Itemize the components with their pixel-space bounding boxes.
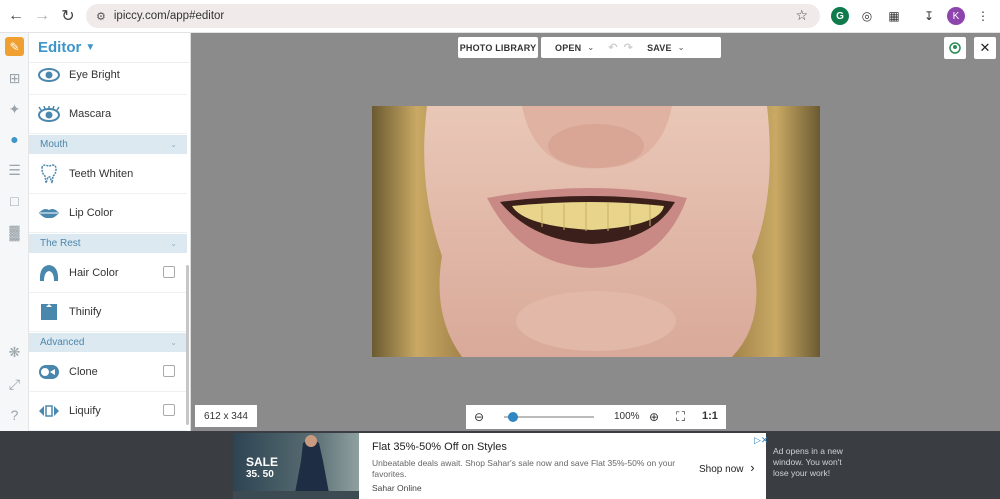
tool-eye-bright[interactable]: Eye Bright xyxy=(29,55,187,95)
bookmark-star-icon[interactable]: ☆ xyxy=(795,7,808,24)
frame-icon[interactable]: □ xyxy=(5,191,24,210)
undo-icon[interactable]: ↶ xyxy=(608,41,617,54)
ipiccy-logo-icon[interactable]: ✎ xyxy=(5,37,24,56)
extensions-row: G ◎ ▦ ↧ K ⋮ xyxy=(831,4,992,28)
tool-clone[interactable]: Clone xyxy=(29,352,187,392)
pro-badge-icon xyxy=(163,266,175,278)
extension-icon[interactable]: ◎ xyxy=(858,7,876,25)
panel-title: Editor xyxy=(38,39,82,56)
open-button[interactable]: OPEN xyxy=(555,43,581,53)
ad-close-icon[interactable]: ▷✕ xyxy=(754,435,768,445)
tool-thinify[interactable]: Thinify xyxy=(29,292,187,332)
tooth-icon xyxy=(38,163,60,185)
tool-teeth-whiten[interactable]: Teeth Whiten xyxy=(29,154,187,194)
ad-image-sale: SALE xyxy=(246,455,279,469)
section-mouth[interactable]: Mouth ⌄ xyxy=(29,135,187,154)
forward-icon[interactable]: → xyxy=(29,3,55,29)
chevron-down-icon: ▼ xyxy=(85,42,96,53)
hair-icon xyxy=(38,262,60,284)
ad-cta-label: Shop now xyxy=(699,464,744,475)
reload-icon[interactable]: ↻ xyxy=(55,3,81,29)
pro-badge-icon xyxy=(163,365,175,377)
ad-image-percent: 35. 50 xyxy=(246,469,274,480)
layers-icon[interactable]: ☰ xyxy=(5,161,24,180)
url-text[interactable]: ipiccy.com/app#editor xyxy=(114,10,224,22)
actual-size-button[interactable]: 1:1 xyxy=(702,410,718,422)
zoom-percent: 100% xyxy=(614,411,640,422)
zoom-slider-handle[interactable] xyxy=(508,412,518,422)
edited-photo[interactable] xyxy=(372,106,820,357)
tool-hair-color[interactable]: Hair Color xyxy=(29,253,187,293)
retouch-face-icon[interactable]: ● xyxy=(5,129,24,148)
lips-icon xyxy=(38,202,60,224)
editor-panel: Editor ▼ Eye Bright Mascara Mouth ⌄ Teet… xyxy=(29,33,191,431)
ad-image[interactable]: SALE 35. 50 xyxy=(233,433,359,499)
redo-icon[interactable]: ↷ xyxy=(624,41,633,54)
profile-avatar[interactable]: K xyxy=(947,7,965,25)
crop-icon[interactable]: ⊞ xyxy=(5,69,24,88)
magic-wand-icon[interactable]: ✦ xyxy=(5,100,24,119)
liquify-icon xyxy=(38,400,60,422)
help-icon[interactable]: ? xyxy=(5,405,24,424)
file-toolbar: OPEN ⌄ ↶ ↷ SAVE ⌄ xyxy=(541,37,721,58)
ad-shop-now-button[interactable]: Shop now › xyxy=(699,460,755,475)
thinify-icon xyxy=(38,301,60,323)
tool-category-rail: ✎ ⊞ ✦ ● ☰ □ ▓ ❋ ⤢ ? xyxy=(0,33,29,431)
grammarly-extension-icon[interactable]: G xyxy=(831,7,849,25)
account-icon[interactable] xyxy=(944,37,966,59)
ad-title[interactable]: Flat 35%-50% Off on Styles xyxy=(372,441,507,453)
chevron-down-icon: ⌄ xyxy=(170,239,177,248)
tool-mascara[interactable]: Mascara xyxy=(29,94,187,134)
chevron-down-icon[interactable]: ⌄ xyxy=(587,43,594,52)
chevron-down-icon[interactable]: ⌄ xyxy=(678,43,685,52)
ad-body: Unbeatable deals await. Shop Sahar's sal… xyxy=(372,458,676,479)
zoom-in-icon[interactable]: ⊕ xyxy=(649,410,659,424)
ad-banner-area: SALE 35. 50 Flat 35%-50% Off on Styles U… xyxy=(0,431,1000,499)
browser-menu-icon[interactable]: ⋮ xyxy=(974,7,992,25)
chevron-down-icon: ⌄ xyxy=(170,140,177,149)
zoom-controls: ⊖ 100% ⊕ ⛶ 1:1 xyxy=(466,405,726,429)
texture-icon[interactable]: ▓ xyxy=(5,222,24,241)
image-size-readout: 612 x 344 xyxy=(195,405,257,427)
photo-library-button[interactable]: PHOTO LIBRARY xyxy=(458,37,538,58)
pro-badge-icon xyxy=(163,404,175,416)
download-icon[interactable]: ↧ xyxy=(920,7,938,25)
mascara-icon xyxy=(38,103,60,125)
ad-source: Sahar Online xyxy=(372,483,422,493)
tool-lip-color[interactable]: Lip Color xyxy=(29,193,187,233)
section-advanced[interactable]: Advanced ⌄ xyxy=(29,333,187,352)
address-bar[interactable]: ⚙ ipiccy.com/app#editor ☆ xyxy=(86,4,820,28)
eye-bright-icon xyxy=(38,64,60,86)
fullscreen-icon[interactable]: ⤢ xyxy=(5,375,24,394)
tool-liquify[interactable]: Liquify xyxy=(29,391,187,431)
lightbulb-icon[interactable]: ❋ xyxy=(5,343,24,362)
canvas-area: PHOTO LIBRARY OPEN ⌄ ↶ ↷ SAVE ⌄ ✕ 612 x … xyxy=(191,33,1000,431)
site-settings-icon[interactable]: ⚙ xyxy=(96,10,106,23)
panel-scrollbar[interactable] xyxy=(186,265,189,425)
fit-screen-icon[interactable]: ⛶ xyxy=(676,409,685,425)
chevron-right-icon: › xyxy=(750,460,755,475)
save-button[interactable]: SAVE xyxy=(647,43,672,53)
puzzle-extensions-icon[interactable]: ▦ xyxy=(885,7,903,25)
clone-icon xyxy=(38,361,60,383)
zoom-out-icon[interactable]: ⊖ xyxy=(474,410,484,424)
back-icon[interactable]: ← xyxy=(3,3,29,29)
browser-toolbar: ← → ↻ ⚙ ipiccy.com/app#editor ☆ G ◎ ▦ ↧ … xyxy=(0,0,1000,33)
close-icon[interactable]: ✕ xyxy=(974,37,996,59)
section-the-rest[interactable]: The Rest ⌄ xyxy=(29,234,187,253)
chevron-down-icon: ⌄ xyxy=(170,338,177,347)
ad-card[interactable]: SALE 35. 50 Flat 35%-50% Off on Styles U… xyxy=(233,433,768,499)
ad-note: Ad opens in a new window. You won't lose… xyxy=(773,446,843,478)
